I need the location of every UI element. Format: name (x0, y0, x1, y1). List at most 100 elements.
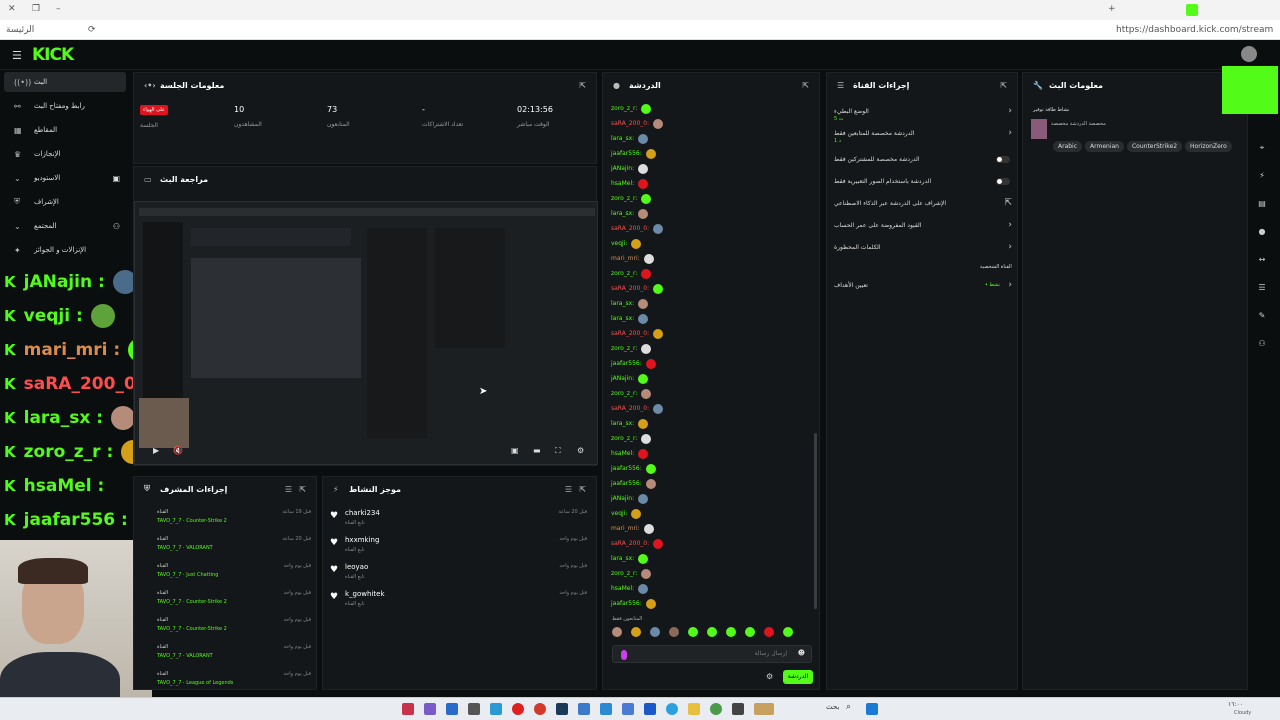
channel-action-row[interactable]: الإشراف على الدردشة عبر الذكاء الاصطناعي… (834, 198, 1014, 208)
chat-username[interactable]: jaafar556: (611, 600, 642, 607)
emote-icon[interactable] (688, 627, 698, 637)
new-tab-icon[interactable]: + (1108, 4, 1116, 14)
chat-username[interactable]: hsaMel: (611, 450, 634, 457)
chat-username[interactable]: saRA_200_0: (611, 225, 649, 232)
emote-icon[interactable] (745, 627, 755, 637)
sidebar-item-broadcast[interactable]: ((•)) البث (4, 72, 126, 92)
steam-icon[interactable] (556, 703, 568, 715)
app-icon[interactable] (600, 703, 612, 715)
chat-username[interactable]: saRA_200_0: (611, 285, 649, 292)
emote-icon[interactable] (783, 627, 793, 637)
wrench-icon[interactable]: ✎ (1254, 308, 1270, 324)
tag-chip[interactable]: HorizonZero (1185, 141, 1232, 152)
expand-icon[interactable]: ⇱ (579, 81, 586, 90)
app-icon[interactable] (424, 703, 436, 715)
chat-settings-icon[interactable]: ⚙ (766, 672, 773, 681)
chat-username[interactable]: mari_mri: (611, 525, 640, 532)
edge-icon[interactable] (666, 703, 678, 715)
user-avatar[interactable] (1241, 46, 1257, 62)
channel-action-row[interactable]: الدردشة مخصصة للمشتركين فقط (834, 156, 1014, 163)
chat-username[interactable]: saRA_200_0: (611, 120, 649, 127)
chat-username[interactable]: zoro_z_r: (611, 570, 637, 577)
theater-icon[interactable]: ▬ (533, 446, 541, 455)
expand-icon[interactable]: ⇱ (579, 485, 586, 494)
app-icon[interactable] (468, 703, 480, 715)
chat-username[interactable]: veqji: (611, 510, 627, 517)
close-window-icon[interactable]: ✕ (8, 4, 16, 14)
sidebar-item-studio[interactable]: ⌄ الاستوديو ▣ (4, 168, 126, 188)
video-player[interactable]: ▶ 🔇 ▣ ▬ ⛶ ⚙ (134, 201, 598, 465)
play-icon[interactable]: ▶ (153, 446, 159, 455)
app-icon[interactable] (754, 703, 774, 715)
chat-username[interactable]: saRA_200_0: (611, 405, 649, 412)
community-icon[interactable]: ⚇ (1254, 336, 1270, 352)
tag-chip[interactable]: Armenian (1085, 141, 1124, 152)
target-icon[interactable]: ⌖ (1254, 140, 1270, 156)
toggle-switch[interactable] (996, 156, 1010, 163)
bolt-icon[interactable]: ⚡ (1254, 168, 1270, 184)
app-icon[interactable] (578, 703, 590, 715)
chat-username[interactable]: zoro_z_r: (611, 435, 637, 442)
channel-action-row[interactable]: الدردشة مخصصة للمتابعين فقط 1 د › (834, 128, 1014, 144)
hamburger-menu-icon[interactable]: ☰ (12, 49, 22, 62)
settings-icon[interactable]: ⚙ (577, 446, 584, 455)
chat-username[interactable]: lara_sx: (611, 135, 634, 142)
restore-window-icon[interactable]: ❐ (32, 4, 40, 14)
emote-icon[interactable] (631, 627, 641, 637)
expand-icon[interactable]: ⇱ (802, 81, 809, 90)
chat-username[interactable]: zoro_z_r: (611, 195, 637, 202)
sidebar-item-stream-key[interactable]: ⚯ رابط ومفتاح البث (4, 96, 126, 116)
sidebar-item-moderation[interactable]: ⛨ الإشراف (4, 192, 126, 212)
chat-username[interactable]: lara_sx: (611, 315, 634, 322)
chat-username[interactable]: jANajin: (611, 165, 634, 172)
channel-action-row[interactable]: الوضع البطيء 5 ث › (834, 106, 1014, 122)
chat-username[interactable]: veqji: (611, 240, 627, 247)
kick-tab-icon[interactable] (1186, 4, 1198, 16)
reload-icon[interactable]: ⟳ (88, 25, 96, 35)
sidebar-item-achievements[interactable]: ♛ الإنجازات (4, 144, 126, 164)
chat-username[interactable]: zoro_z_r: (611, 345, 637, 352)
youtube-icon[interactable] (512, 703, 524, 715)
kick-logo[interactable]: KICK (32, 45, 74, 65)
filter-icon[interactable]: ☰ (565, 485, 572, 494)
minimize-window-icon[interactable]: – (56, 4, 61, 14)
tag-chip[interactable]: CounterStrike2 (1126, 141, 1183, 152)
chat-bubble-icon[interactable]: ● (1254, 224, 1270, 240)
channel-action-row[interactable]: الكلمات المحظورة › (834, 242, 1014, 252)
tag-chip[interactable]: Arabic (1053, 141, 1083, 152)
sidebar-item-community[interactable]: ⌄ المجتمع ⚇ (4, 216, 126, 236)
send-chat-button[interactable]: الدردشة (783, 670, 813, 684)
chat-username[interactable]: jaafar556: (611, 360, 642, 367)
fullscreen-icon[interactable]: ⛶ (555, 446, 561, 456)
app-icon[interactable] (644, 703, 656, 715)
chat-username[interactable]: zoro_z_r: (611, 105, 637, 112)
toggle-switch[interactable] (996, 178, 1010, 185)
chat-username[interactable]: jaafar556: (611, 465, 642, 472)
broadcast-icon[interactable]: ↔ (1254, 252, 1270, 268)
chat-username[interactable]: lara_sx: (611, 555, 634, 562)
chat-scrollbar[interactable] (814, 433, 817, 609)
chat-username[interactable]: lara_sx: (611, 420, 634, 427)
app-icon[interactable] (402, 703, 414, 715)
app-icon[interactable] (446, 703, 458, 715)
search-icon[interactable]: ⌕ (846, 702, 851, 712)
emoji-icon[interactable]: ☻ (798, 649, 805, 657)
chat-username[interactable]: saRA_200_0: (611, 330, 649, 337)
chat-username[interactable]: jaafar556: (611, 150, 642, 157)
expand-icon[interactable]: ⇱ (299, 485, 306, 494)
chat-username[interactable]: zoro_z_r: (611, 390, 637, 397)
chat-username[interactable]: mari_mri: (611, 255, 640, 262)
chat-username[interactable]: zoro_z_r: (611, 270, 637, 277)
chat-username[interactable]: jANajin: (611, 375, 634, 382)
emote-icon[interactable] (612, 627, 622, 637)
chat-input[interactable]: إرسال رسالة ☻ (612, 645, 812, 663)
mute-icon[interactable]: 🔇 (173, 446, 183, 455)
clip-icon[interactable]: ▤ (1254, 196, 1270, 212)
emote-icon[interactable] (669, 627, 679, 637)
chat-username[interactable]: hsaMel: (611, 585, 634, 592)
sidebar-item-drops[interactable]: ✦ الإنزالات و الجوائز (4, 240, 126, 260)
app-icon[interactable] (732, 703, 744, 715)
search-label[interactable]: بحث (826, 703, 839, 711)
goals-row[interactable]: تعيين الأهداف • نشط › (834, 280, 1014, 290)
chat-username[interactable]: lara_sx: (611, 210, 634, 217)
